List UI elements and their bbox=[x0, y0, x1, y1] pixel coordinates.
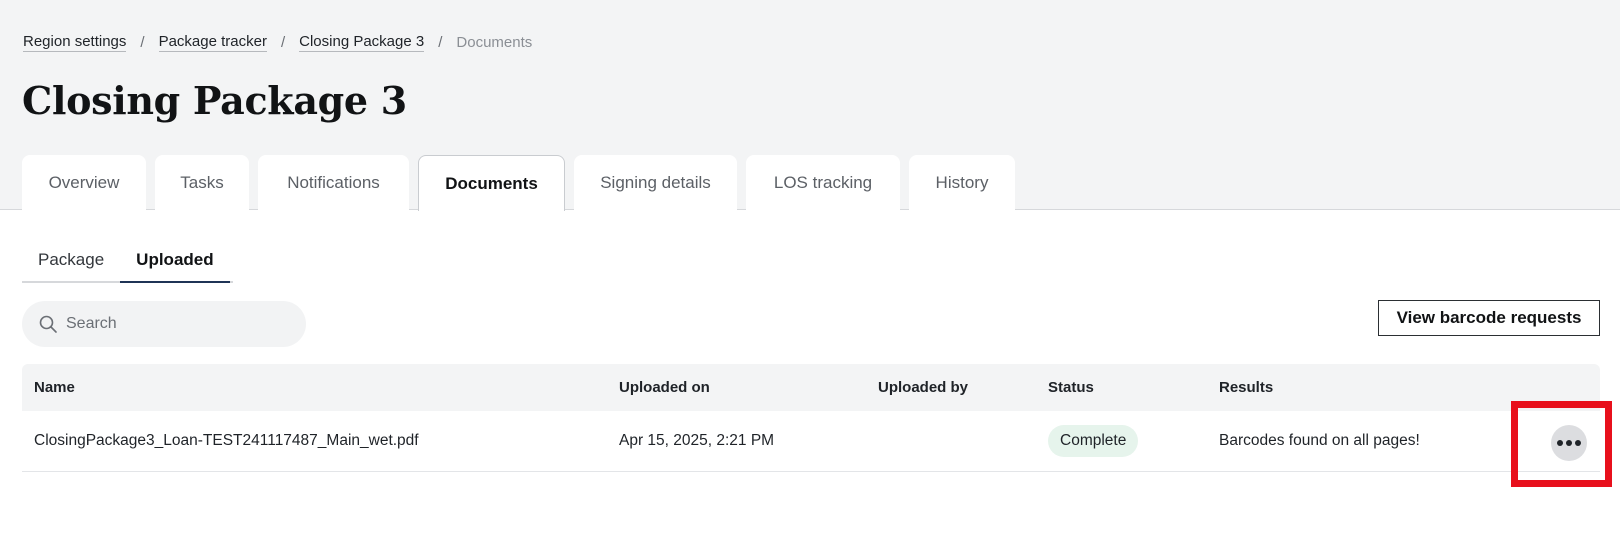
table-header: Name Uploaded on Uploaded by Status Resu… bbox=[22, 364, 1600, 411]
dot bbox=[1566, 440, 1572, 446]
breadcrumb-package-tracker[interactable]: Package tracker bbox=[158, 33, 267, 52]
page-title: Closing Package 3 bbox=[22, 78, 407, 123]
dot bbox=[1557, 440, 1563, 446]
cell-uploaded-on: Apr 15, 2025, 2:21 PM bbox=[619, 432, 775, 449]
breadcrumb-current: Documents bbox=[456, 34, 533, 51]
column-header-name[interactable]: Name bbox=[34, 379, 75, 396]
tab-tasks[interactable]: Tasks bbox=[155, 155, 249, 210]
column-header-uploaded-on[interactable]: Uploaded on bbox=[619, 379, 710, 396]
search-input[interactable] bbox=[66, 315, 286, 333]
main-tabs: Overview Tasks Notifications Documents S… bbox=[22, 155, 1024, 211]
status-badge: Complete bbox=[1048, 425, 1139, 457]
breadcrumb-closing-package[interactable]: Closing Package 3 bbox=[299, 33, 425, 52]
tab-signing-details[interactable]: Signing details bbox=[574, 155, 737, 210]
tab-notifications[interactable]: Notifications bbox=[258, 155, 409, 210]
search-box[interactable] bbox=[22, 301, 306, 347]
subtab-package[interactable]: Package bbox=[22, 240, 120, 283]
search-icon bbox=[39, 315, 57, 333]
subtab-uploaded[interactable]: Uploaded bbox=[120, 240, 230, 283]
column-header-status[interactable]: Status bbox=[1048, 379, 1094, 396]
column-header-results[interactable]: Results bbox=[1219, 379, 1273, 396]
breadcrumb-separator: / bbox=[140, 34, 145, 51]
column-header-uploaded-by[interactable]: Uploaded by bbox=[878, 379, 968, 396]
tab-history[interactable]: History bbox=[909, 155, 1015, 210]
view-barcode-requests-button[interactable]: View barcode requests bbox=[1378, 300, 1600, 336]
breadcrumb: Region settings / Package tracker / Clos… bbox=[23, 33, 532, 52]
more-horizontal-icon[interactable] bbox=[1551, 425, 1587, 461]
documents-table: Name Uploaded on Uploaded by Status Resu… bbox=[22, 364, 1600, 472]
page-header: Region settings / Package tracker / Clos… bbox=[0, 0, 1620, 211]
tab-los-tracking[interactable]: LOS tracking bbox=[746, 155, 900, 210]
tab-documents[interactable]: Documents bbox=[418, 155, 565, 211]
breadcrumb-separator: / bbox=[280, 34, 286, 51]
sub-tabs: Package Uploaded bbox=[22, 240, 233, 283]
dot bbox=[1575, 440, 1581, 446]
breadcrumb-region-settings[interactable]: Region settings bbox=[23, 33, 127, 52]
cell-results: Barcodes found on all pages! bbox=[1219, 432, 1420, 449]
table-row[interactable]: ClosingPackage3_Loan-TEST241117487_Main_… bbox=[22, 411, 1600, 472]
tab-overview[interactable]: Overview bbox=[22, 155, 146, 210]
breadcrumb-separator: / bbox=[438, 34, 443, 51]
cell-document-name: ClosingPackage3_Loan-TEST241117487_Main_… bbox=[34, 432, 419, 449]
